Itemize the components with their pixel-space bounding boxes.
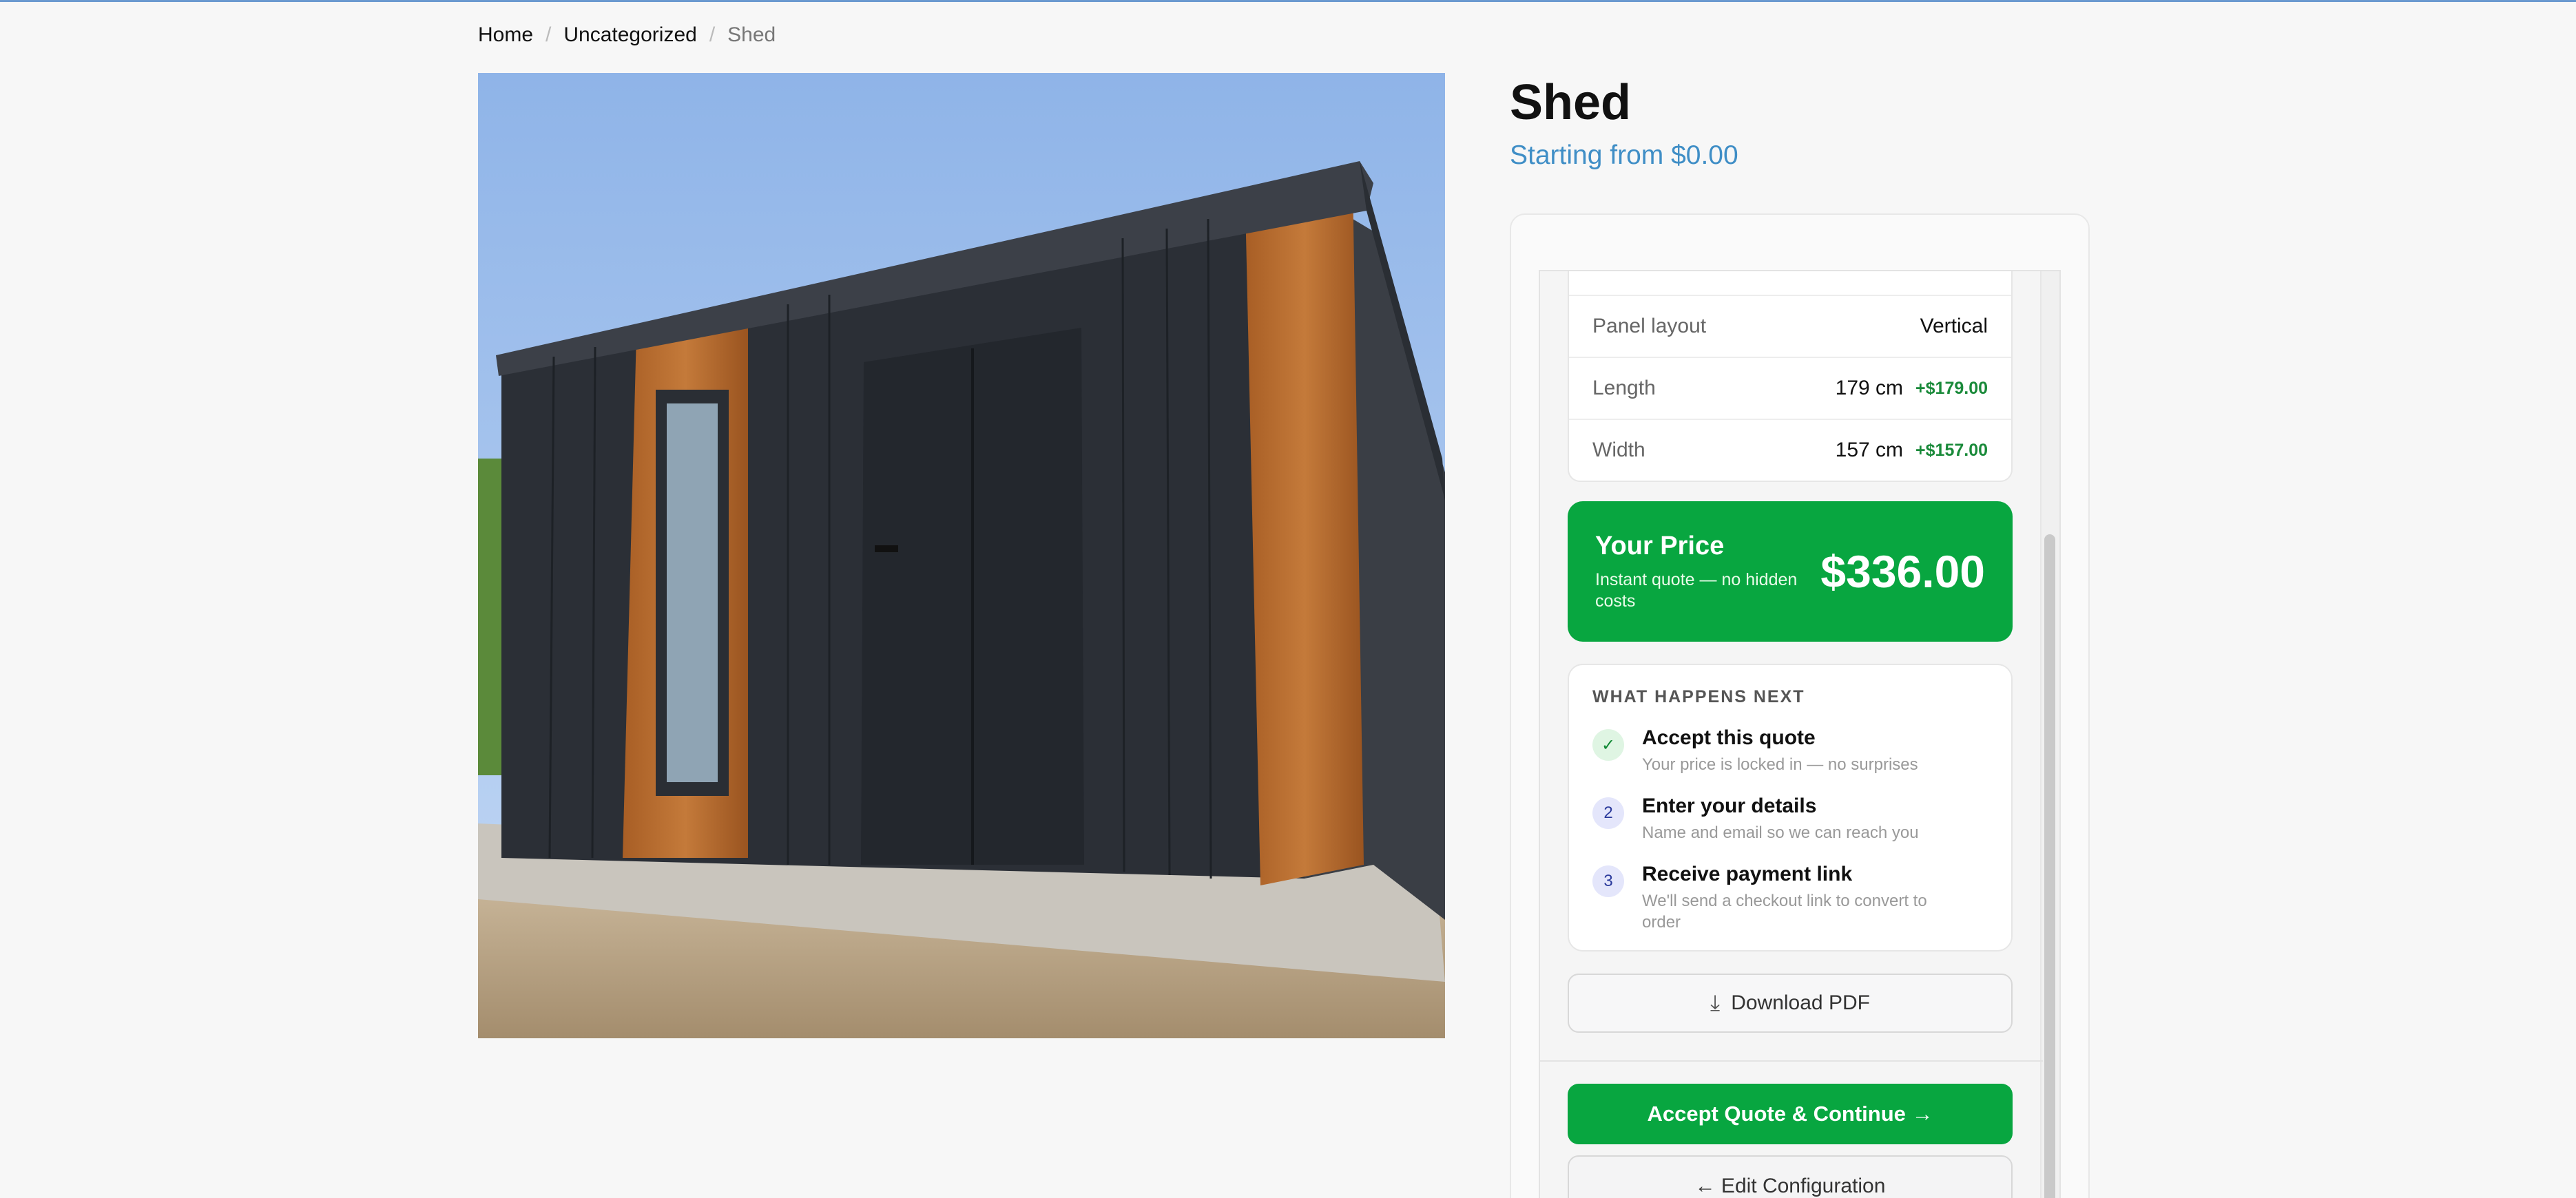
spec-row-hidden bbox=[1569, 271, 2011, 295]
next-steps-heading: WHAT HAPPENS NEXT bbox=[1592, 687, 1805, 706]
spec-row-width: Width 157 cm +$157.00 bbox=[1569, 419, 2011, 481]
price-note: Instant quote — no hidden costs bbox=[1595, 569, 1798, 611]
step-item: ✓ Accept this quote Your price is locked… bbox=[1592, 726, 1988, 775]
spec-row-panel-layout: Panel layout Vertical bbox=[1569, 295, 2011, 357]
check-icon: ✓ bbox=[1592, 729, 1624, 761]
step-desc: We'll send a checkout link to convert to… bbox=[1642, 892, 1927, 932]
step-title: Enter your details bbox=[1642, 795, 1817, 817]
spec-row-length: Length 179 cm +$179.00 bbox=[1569, 357, 2011, 419]
edit-configuration-button[interactable]: ← Edit Configuration bbox=[1568, 1155, 2013, 1198]
step-desc: Name and email so we can reach you bbox=[1642, 823, 1919, 842]
spec-label: Width bbox=[1592, 439, 1645, 461]
scrollbar-track[interactable] bbox=[2040, 271, 2059, 1198]
next-steps-card: WHAT HAPPENS NEXT ✓ Accept this quote Yo… bbox=[1568, 664, 2013, 952]
spec-price-delta: +$179.00 bbox=[1915, 378, 1988, 398]
spec-value: Vertical bbox=[1920, 315, 1988, 337]
price-card: Your Price Instant quote — no hidden cos… bbox=[1568, 501, 2013, 642]
step-text: Enter your details Name and email so we … bbox=[1642, 795, 1966, 843]
breadcrumb-current: Shed bbox=[727, 23, 776, 46]
step-item: 2 Enter your details Name and email so w… bbox=[1592, 795, 1988, 843]
price-amount: $336.00 bbox=[1820, 546, 1985, 597]
price-card-text: Your Price Instant quote — no hidden cos… bbox=[1595, 532, 1820, 612]
spec-label: Length bbox=[1592, 377, 1656, 399]
spec-label: Panel layout bbox=[1592, 315, 1707, 337]
step-desc: Your price is locked in — no surprises bbox=[1642, 755, 1918, 774]
scrollbar-thumb[interactable] bbox=[2044, 534, 2055, 1198]
price-heading: Your Price bbox=[1595, 531, 1725, 560]
starting-price: Starting from $0.00 bbox=[1510, 140, 1738, 170]
download-pdf-label: Download PDF bbox=[1731, 991, 1870, 1014]
top-accent-line bbox=[0, 0, 2576, 2]
spec-summary: Panel layout Vertical Length 179 cm +$17… bbox=[1568, 271, 2013, 482]
step-title: Receive payment link bbox=[1642, 863, 1853, 885]
breadcrumb-home[interactable]: Home bbox=[478, 23, 533, 47]
step-text: Accept this quote Your price is locked i… bbox=[1642, 726, 1966, 775]
product-title: Shed bbox=[1510, 75, 1632, 130]
step-number: 2 bbox=[1592, 797, 1624, 829]
breadcrumb-separator: / bbox=[709, 23, 716, 46]
shed-illustration bbox=[478, 73, 1445, 1038]
breadcrumb-category[interactable]: Uncategorized bbox=[563, 23, 696, 47]
step-number: 3 bbox=[1592, 865, 1624, 897]
product-image bbox=[478, 73, 1445, 1038]
step-title: Accept this quote bbox=[1642, 726, 1816, 749]
quote-scroll-area[interactable]: Panel layout Vertical Length 179 cm +$17… bbox=[1539, 270, 2061, 1198]
step-text: Receive payment link We'll send a checko… bbox=[1642, 863, 1966, 933]
spec-price-delta: +$157.00 bbox=[1915, 440, 1988, 460]
step-item: 3 Receive payment link We'll send a chec… bbox=[1592, 863, 1988, 933]
divider bbox=[1540, 1060, 2043, 1062]
spec-value: 157 cm bbox=[1835, 439, 1904, 461]
breadcrumb: Home / Uncategorized / Shed bbox=[478, 23, 776, 47]
download-pdf-button[interactable]: ⤓ Download PDF bbox=[1568, 974, 2013, 1033]
spec-value: 179 cm bbox=[1835, 377, 1904, 399]
download-icon: ⤓ bbox=[1710, 990, 1721, 1015]
breadcrumb-separator: / bbox=[546, 23, 552, 46]
accept-quote-button[interactable]: Accept Quote & Continue → bbox=[1568, 1084, 2013, 1144]
